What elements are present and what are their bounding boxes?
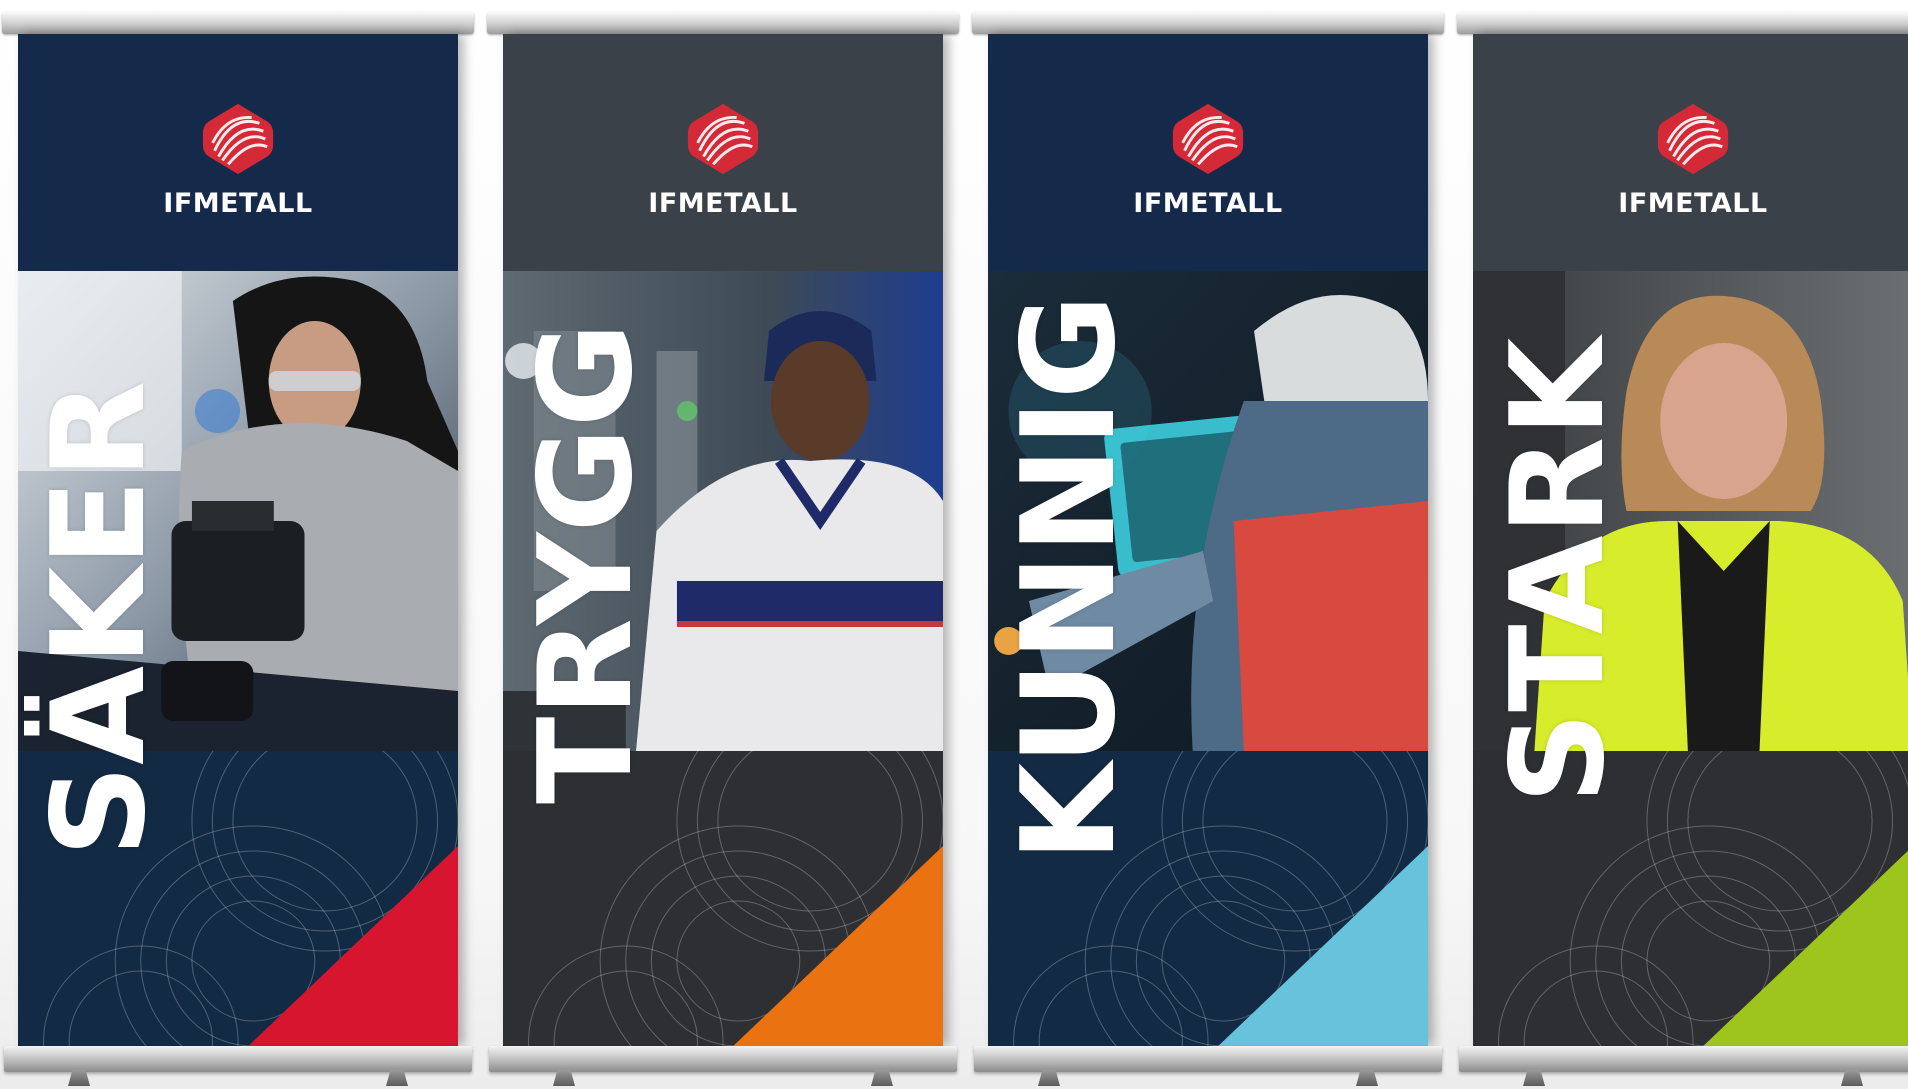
banner-header: IFMETALL <box>988 34 1428 271</box>
logo-text: IFMETALL <box>1133 188 1283 219</box>
rollup-banner-stark: IFMETALL STARK <box>1457 0 1908 1089</box>
banner-panel: IFMETALL <box>1473 34 1908 1046</box>
rollup-banner-kunnig: IFMETALL KUNNIG <box>972 0 1444 1089</box>
logo-text: IFMETALL <box>1618 188 1768 219</box>
banner-foot <box>386 1070 408 1086</box>
logo-text: IFMETALL <box>648 188 798 219</box>
rollup-banner-trygg: IFMETALL TRYGG <box>487 0 959 1089</box>
banner-base <box>489 1046 957 1072</box>
banner-panel: IFMETALL <box>18 34 458 1046</box>
ifmetall-logo-icon <box>1172 103 1244 175</box>
banner-foot <box>1523 1070 1545 1086</box>
banner-top-rail <box>972 12 1444 34</box>
banner-top-rail <box>487 12 959 34</box>
banner-header: IFMETALL <box>503 34 943 271</box>
photo-worker-in-cap <box>503 271 943 751</box>
photo-worker-with-safety-glasses <box>18 271 458 751</box>
ifmetall-logo-icon <box>1657 103 1729 175</box>
banner-bottom <box>1473 751 1908 1046</box>
logo-text: IFMETALL <box>163 188 313 219</box>
banner-header: IFMETALL <box>18 34 458 271</box>
banner-foot <box>1038 1070 1060 1086</box>
banner-header: IFMETALL <box>1473 34 1908 271</box>
banner-top-rail <box>2 12 474 34</box>
ifmetall-logo-icon <box>202 103 274 175</box>
photo-worker-with-tablet <box>988 271 1428 751</box>
banner-bottom <box>18 751 458 1046</box>
ifmetall-logo-icon <box>687 103 759 175</box>
banner-foot <box>68 1070 90 1086</box>
banner-base <box>974 1046 1442 1072</box>
banner-base <box>1459 1046 1908 1072</box>
banner-foot <box>1841 1070 1863 1086</box>
banner-bottom <box>988 751 1428 1046</box>
rollup-banner-saker: IFMETALL SÄKER <box>2 0 474 1089</box>
banner-base <box>4 1046 472 1072</box>
banner-bottom <box>503 751 943 1046</box>
banner-foot <box>1356 1070 1378 1086</box>
banner-panel: IFMETALL <box>988 34 1428 1046</box>
banner-panel: IFMETALL <box>503 34 943 1046</box>
banner-top-rail <box>1457 12 1908 34</box>
photo-worker-in-hi-vis-jacket <box>1473 271 1908 751</box>
banner-foot <box>553 1070 575 1086</box>
banner-foot <box>871 1070 893 1086</box>
